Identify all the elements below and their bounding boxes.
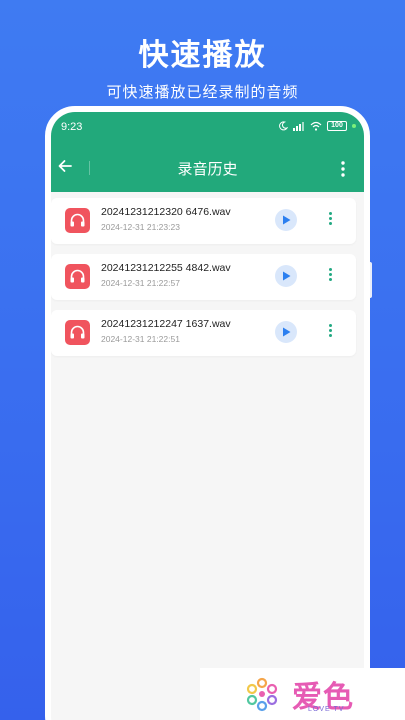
charging-icon [352,124,356,128]
watermark-logo: 爱色 LOVE TV [200,668,405,720]
recording-date: 2024-12-31 21:22:57 [101,278,180,288]
recording-item[interactable]: 20241231212247 1637.wav 2024-12-31 21:22… [51,310,356,356]
play-button[interactable] [275,321,297,343]
dot [328,217,332,220]
play-icon [283,271,291,281]
page-title: 录音历史 [177,161,238,178]
app-header: 9:23 100 录音历史 [51,112,364,192]
recording-thumbnail [65,320,90,345]
battery-icon: 100 [327,121,347,131]
status-time: 9:23 [61,121,83,133]
dot [328,268,332,271]
headphones-icon [70,213,85,227]
dot [328,278,332,281]
play-icon [283,327,291,337]
status-icons: 100 [278,121,356,131]
item-more-button[interactable] [327,324,333,340]
recording-thumbnail [65,264,90,289]
recording-name: 20241231212255 4842.wav [101,262,231,274]
more-vertical-icon [341,161,345,177]
play-icon [283,215,291,225]
headphones-icon [70,325,85,339]
dot [328,329,332,332]
recording-name: 20241231212320 6476.wav [101,206,231,218]
flower-logo-icon [246,677,278,712]
dot [328,324,332,327]
dot [328,273,332,276]
play-button[interactable] [275,265,297,287]
item-more-button[interactable] [327,268,333,284]
dot [328,212,332,215]
status-bar: 9:23 100 [51,112,364,140]
play-button[interactable] [275,209,297,231]
recording-thumbnail [65,208,90,233]
dot [328,334,332,337]
headphones-icon [70,269,85,283]
phone-frame: 9:23 100 录音历史 20241231212320 6476.wav 20… [45,106,370,720]
dot [328,222,332,225]
moon-icon [279,121,288,131]
promo-title: 快速播放 [138,39,267,72]
recording-item[interactable]: 20241231212255 4842.wav 2024-12-31 21:22… [51,254,356,300]
recording-name: 20241231212247 1637.wav [101,318,231,330]
promo-subtitle: 可快速播放已经录制的音频 [106,84,299,101]
signal-icon [293,122,304,131]
watermark-subtext: LOVE TV [308,706,345,713]
nav-bar: 录音历史 [51,148,364,188]
more-options-button[interactable] [340,160,346,178]
item-more-button[interactable] [327,212,333,228]
recording-date: 2024-12-31 21:23:23 [101,222,180,232]
app-screen: 9:23 100 录音历史 20241231212320 6476.wav 20… [51,112,364,720]
recording-item[interactable]: 20241231212320 6476.wav 2024-12-31 21:23… [51,198,356,244]
recording-date: 2024-12-31 21:22:51 [101,334,180,344]
wifi-icon [310,121,322,131]
